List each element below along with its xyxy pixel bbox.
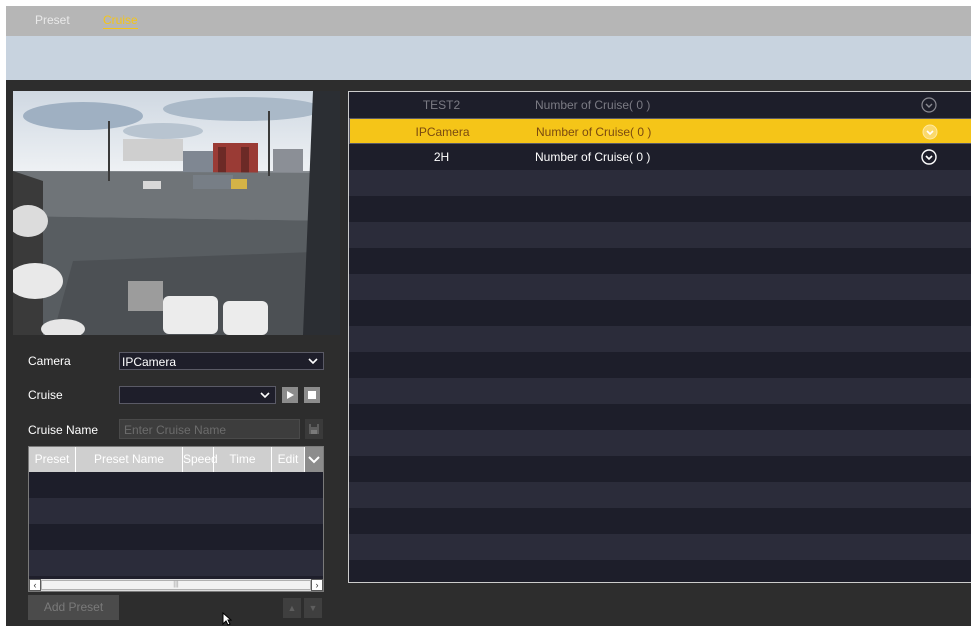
- list-row-empty: [349, 300, 971, 326]
- cruise-count: Number of Cruise( 0 ): [536, 125, 652, 139]
- camera-select-value: IPCamera: [122, 355, 177, 369]
- chevron-down-icon: [260, 392, 270, 399]
- list-row-empty: [349, 326, 971, 352]
- cruise-count: Number of Cruise( 0 ): [535, 98, 651, 112]
- move-down-button[interactable]: ▼: [304, 598, 322, 618]
- header-band: [6, 36, 971, 80]
- cruise-count: Number of Cruise( 0 ): [535, 150, 651, 164]
- cruise-label: Cruise: [28, 388, 63, 402]
- list-row-empty: [349, 170, 971, 196]
- play-cruise-button[interactable]: [282, 387, 298, 403]
- list-row-empty: [349, 534, 971, 560]
- list-row-empty: [349, 274, 971, 300]
- stop-icon: [308, 391, 316, 399]
- list-row-empty: [349, 430, 971, 456]
- expand-circle-icon[interactable]: [921, 149, 937, 165]
- save-icon: [309, 424, 319, 434]
- list-item[interactable]: TEST2 Number of Cruise( 0 ): [349, 92, 971, 118]
- stop-cruise-button[interactable]: [304, 387, 320, 403]
- camera-select[interactable]: IPCamera: [119, 352, 324, 370]
- list-row-empty: [349, 378, 971, 404]
- list-item[interactable]: 2H Number of Cruise( 0 ): [349, 144, 971, 170]
- camera-name: 2H: [433, 150, 450, 164]
- table-row: [29, 472, 323, 498]
- add-preset-button[interactable]: Add Preset: [28, 595, 119, 620]
- play-icon: [287, 391, 294, 399]
- list-row-empty: [349, 560, 971, 582]
- column-preset[interactable]: Preset: [29, 447, 76, 472]
- list-row-empty: [349, 508, 971, 534]
- column-menu-button[interactable]: [305, 447, 323, 472]
- cruise-select[interactable]: [119, 386, 276, 404]
- table-row: [29, 524, 323, 550]
- list-row-empty: [349, 456, 971, 482]
- scroll-left-button[interactable]: ‹: [29, 579, 41, 591]
- camera-name: TEST2: [422, 98, 461, 112]
- scroll-right-button[interactable]: ›: [311, 579, 323, 591]
- list-row-empty: [349, 482, 971, 508]
- move-up-button[interactable]: ▲: [283, 598, 301, 618]
- scrollbar-thumb[interactable]: |||: [41, 580, 311, 590]
- column-speed[interactable]: Speed: [183, 447, 218, 472]
- arrow-up-icon: ▲: [287, 603, 297, 613]
- camera-cruise-list: TEST2 Number of Cruise( 0 ) IPCamera Num…: [348, 91, 971, 583]
- expand-circle-icon[interactable]: [921, 97, 937, 113]
- cruise-name-input[interactable]: Enter Cruise Name: [119, 419, 300, 439]
- table-row: [29, 498, 323, 524]
- cruise-name-label: Cruise Name: [28, 423, 99, 437]
- horizontal-scrollbar[interactable]: ‹ ||| ›: [29, 579, 323, 591]
- list-row-empty: [349, 248, 971, 274]
- tab-bar: Preset Cruise: [6, 6, 971, 36]
- camera-label: Camera: [28, 354, 71, 368]
- column-preset-name[interactable]: Preset Name: [76, 447, 183, 472]
- table-row: [29, 550, 323, 576]
- column-edit[interactable]: Edit: [272, 447, 305, 472]
- preset-table: Preset Preset Name Speed Time Edit ‹ |||…: [28, 446, 324, 592]
- column-time[interactable]: Time: [214, 447, 272, 472]
- camera-preview: [13, 91, 340, 335]
- list-row-empty: [349, 196, 971, 222]
- tab-preset[interactable]: Preset: [35, 13, 70, 27]
- preset-table-header: Preset Preset Name Speed Time Edit: [29, 447, 323, 473]
- tab-cruise[interactable]: Cruise: [103, 13, 138, 29]
- list-row-empty: [349, 404, 971, 430]
- list-row-empty: [349, 352, 971, 378]
- camera-name: IPCamera: [415, 125, 470, 139]
- arrow-down-icon: ▼: [308, 603, 318, 613]
- list-row-empty: [349, 222, 971, 248]
- mouse-cursor-icon: [222, 612, 232, 626]
- chevron-down-icon: [308, 456, 320, 464]
- main-content: Camera IPCamera Cruise Cruise Name Enter…: [6, 80, 971, 626]
- save-cruise-button[interactable]: [305, 419, 323, 439]
- expand-circle-icon[interactable]: [922, 124, 938, 140]
- chevron-down-icon: [308, 358, 318, 365]
- list-item[interactable]: IPCamera Number of Cruise( 0 ): [349, 118, 971, 144]
- cruise-config-window: Preset Cruise Camera IPCamera Cruise Cru…: [6, 6, 971, 626]
